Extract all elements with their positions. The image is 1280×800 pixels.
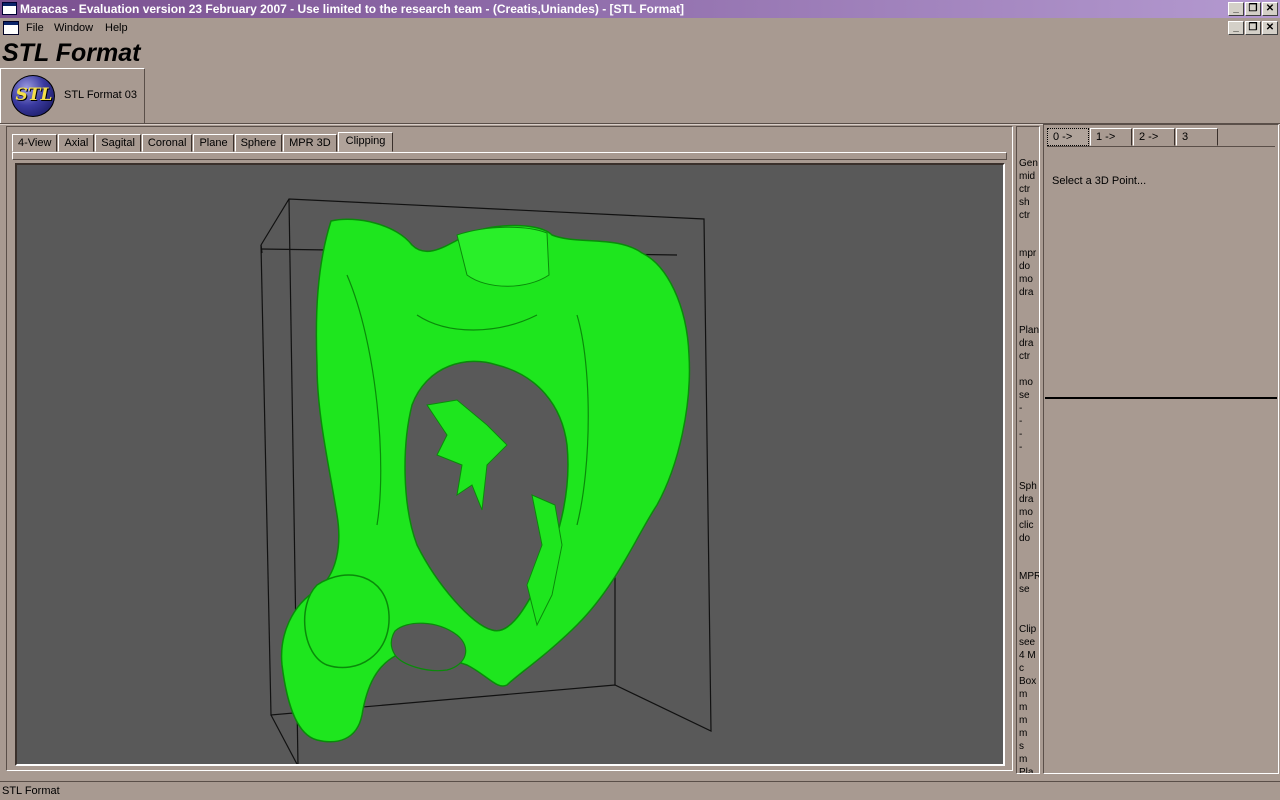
tab-point-2[interactable]: 2 -> (1133, 128, 1175, 146)
help-text-line: c (1019, 663, 1024, 674)
help-text-line: - (1019, 442, 1023, 453)
tab-axial[interactable]: Axial (58, 134, 95, 152)
pelvis-render[interactable] (17, 165, 1003, 764)
help-text-line: Pla (1019, 767, 1034, 774)
help-text-line: mid (1019, 171, 1036, 182)
main-view-panel: 4-View Axial Sagital Coronal Plane Spher… (6, 126, 1013, 771)
help-text-line: m (1019, 754, 1028, 765)
app-icon (2, 2, 17, 15)
help-text-line: m (1019, 689, 1028, 700)
point-tabs: 0 -> 1 -> 2 -> 3 (1047, 128, 1219, 146)
minimize-button[interactable]: _ (1228, 2, 1244, 16)
app-title: STL Format (2, 39, 141, 67)
help-text-line: mpr (1019, 248, 1037, 259)
tab-4-view[interactable]: 4-View (12, 134, 58, 152)
tab-sagital[interactable]: Sagital (95, 134, 141, 152)
help-text-line: m (1019, 728, 1028, 739)
panel-splitter[interactable] (1045, 397, 1277, 399)
help-text-line: sh (1019, 197, 1030, 208)
help-text-line: MPR (1019, 571, 1040, 582)
stl-toolbox-button[interactable]: STL STL Format 03 (0, 68, 145, 124)
help-text-line: clic (1019, 520, 1034, 531)
help-text-line: Gen (1019, 158, 1038, 169)
help-text-line: s (1019, 741, 1024, 752)
window-title: Maracas - Evaluation version 23 February… (20, 2, 684, 16)
help-text-line: m (1019, 702, 1028, 713)
tab-coronal[interactable]: Coronal (141, 134, 193, 152)
help-text-line: 4 M (1019, 650, 1036, 661)
tab-point-0[interactable]: 0 -> (1047, 128, 1089, 146)
menu-help[interactable]: Help (105, 18, 128, 38)
menu-file[interactable]: File (26, 18, 44, 38)
close-button[interactable]: ✕ (1262, 2, 1278, 16)
help-text-line: Sph (1019, 481, 1037, 492)
help-text-line: ctr (1019, 210, 1031, 221)
pelvis-model[interactable] (280, 218, 691, 743)
help-text-line: mo (1019, 507, 1033, 518)
help-text-line: - (1019, 403, 1023, 414)
tab-point-1[interactable]: 1 -> (1090, 128, 1132, 146)
tab-mpr-3d[interactable]: MPR 3D (283, 134, 337, 152)
help-text-line: - (1019, 416, 1023, 427)
help-text-line: dra (1019, 494, 1034, 505)
help-text-line: ctr (1019, 184, 1031, 195)
status-text: STL Format (2, 785, 60, 797)
tab-content-border (12, 152, 1007, 160)
menu-bar: File Window Help (0, 18, 1280, 38)
help-text-line: ctr (1019, 351, 1031, 362)
toolbox-label: STL Format 03 (64, 89, 137, 101)
3d-viewport[interactable] (15, 163, 1005, 766)
point-panel: 0 -> 1 -> 2 -> 3 Select a 3D Point... (1043, 124, 1279, 774)
help-text-line: Plan (1019, 325, 1040, 336)
window-titlebar[interactable]: Maracas - Evaluation version 23 February… (0, 0, 1280, 18)
menu-window[interactable]: Window (54, 18, 93, 38)
help-text-line: - (1019, 429, 1023, 440)
help-text-line: do (1019, 533, 1031, 544)
help-text-line: Box (1019, 676, 1037, 687)
view-tabs: 4-View Axial Sagital Coronal Plane Spher… (12, 132, 394, 152)
help-text-line: see (1019, 637, 1036, 648)
help-strip: Gen mid ctr sh ctr mpr do mo dra Plan dra ctr mo se - -… (1016, 126, 1040, 774)
tab-clipping[interactable]: Clipping (337, 132, 394, 152)
help-text-line: mo (1019, 377, 1033, 388)
status-bar: STL Format (0, 781, 1280, 800)
help-text-line: do (1019, 261, 1031, 272)
doc-restore-button[interactable]: ❐ (1245, 21, 1261, 35)
doc-minimize-button[interactable]: _ (1228, 21, 1244, 35)
tab-underline (1047, 146, 1275, 147)
help-text-line: mo (1019, 274, 1033, 285)
help-text-line: dra (1019, 287, 1034, 298)
help-text-line: dra (1019, 338, 1034, 349)
help-text-line: Clip (1019, 624, 1037, 635)
help-text-line: se (1019, 584, 1030, 595)
restore-button[interactable]: ❐ (1245, 2, 1261, 16)
stl-logo-icon: STL (11, 75, 55, 117)
tab-sphere[interactable]: Sphere (234, 134, 283, 152)
document-icon[interactable] (3, 21, 19, 35)
help-text-line: se (1019, 390, 1030, 401)
tab-point-3[interactable]: 3 (1176, 128, 1218, 146)
tab-plane[interactable]: Plane (193, 134, 234, 152)
select-point-message: Select a 3D Point... (1052, 175, 1147, 187)
doc-close-button[interactable]: ✕ (1262, 21, 1278, 35)
help-text-line: m (1019, 715, 1028, 726)
